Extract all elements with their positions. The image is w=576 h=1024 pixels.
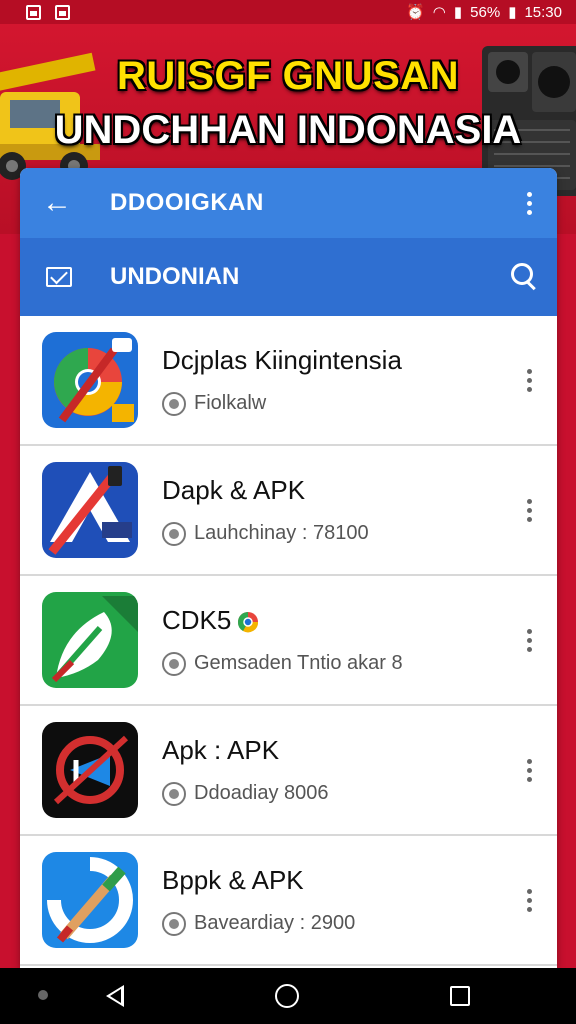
music-app-icon[interactable]	[42, 722, 138, 818]
download-icon	[162, 521, 186, 546]
download-icon	[162, 391, 186, 416]
alarm-icon: ⏰	[406, 4, 425, 21]
app-meta: Fiolkalw	[194, 392, 267, 414]
category-bar: UNDONIAN	[20, 238, 557, 316]
chrome-badge-icon	[238, 611, 259, 632]
browser-app-icon[interactable]	[42, 332, 138, 428]
download-icon	[162, 781, 186, 806]
app-meta: Lauhchinay : 78100	[194, 522, 369, 544]
banner-title: RUISGF GNUSAN	[116, 54, 460, 98]
item-menu-icon[interactable]	[519, 498, 539, 522]
recents-nav-icon[interactable]	[450, 986, 471, 1006]
app-bar: ← DDOOIGKAN	[20, 168, 557, 238]
brush-app-icon[interactable]	[42, 852, 138, 948]
app-name: Dapk & APK	[162, 474, 306, 505]
status-bar: ⏰ ◠ ▮ 56% ▮ 15:30	[0, 0, 576, 24]
overflow-menu-icon[interactable]	[519, 191, 539, 215]
app-name: CDK5	[162, 605, 519, 636]
apk-app-icon[interactable]	[42, 462, 138, 558]
download-icon	[162, 651, 186, 676]
battery-icon: ▮	[508, 4, 517, 21]
item-menu-icon[interactable]	[519, 888, 539, 912]
gallery-notification-icon	[26, 4, 41, 20]
app-meta: Gemsaden Tntio akar 8	[194, 652, 403, 674]
mail-icon[interactable]	[46, 267, 72, 287]
back-arrow-icon[interactable]: ←	[42, 186, 110, 220]
leaf-app-icon[interactable]	[42, 592, 138, 688]
app-meta: Ddoadiay 8006	[194, 782, 329, 804]
list-item[interactable]: CDK5 Gemsaden Tntio akar 8	[20, 576, 557, 706]
camera-dot	[38, 990, 48, 1000]
navigation-bar	[0, 968, 576, 1024]
item-menu-icon[interactable]	[519, 758, 539, 782]
wifi-icon: ◠	[432, 4, 446, 21]
app-bar-title: DDOOIGKAN	[110, 189, 264, 216]
app-name: Apk : APK	[162, 734, 280, 765]
app-name: Bppk & APK	[162, 864, 304, 895]
item-menu-icon[interactable]	[519, 628, 539, 652]
app-meta: Baveardiay : 2900	[194, 912, 356, 934]
search-icon[interactable]	[511, 263, 539, 291]
battery-level: 56%	[470, 3, 501, 21]
back-nav-icon[interactable]	[105, 985, 124, 1007]
download-icon	[162, 911, 186, 936]
item-menu-icon[interactable]	[519, 368, 539, 392]
list-item[interactable]: Dapk & APK Lauhchinay : 78100	[20, 446, 557, 576]
list-item[interactable]: Dcjplas Kiingintensia Fiolkalw	[20, 316, 557, 446]
banner-subtitle: UNDCHHAN INDONASIA	[54, 108, 522, 152]
list-item[interactable]: Apk : APK Ddoadiay 8006	[20, 706, 557, 836]
home-nav-icon[interactable]	[274, 984, 299, 1008]
image-notification-icon	[55, 4, 70, 20]
signal-icon: ▮	[453, 4, 463, 21]
list-item[interactable]: Bppk & APK Baveardiay : 2900	[20, 836, 557, 966]
clock: 15:30	[524, 3, 562, 21]
category-title: UNDONIAN	[110, 263, 240, 290]
app-list-card: ← DDOOIGKAN UNDONIAN Dcjplas Kiingintens…	[20, 168, 557, 968]
app-name: Dcjplas Kiingintensia	[162, 344, 402, 375]
app-list: Dcjplas Kiingintensia Fiolkalw Dapk & AP…	[20, 316, 557, 966]
